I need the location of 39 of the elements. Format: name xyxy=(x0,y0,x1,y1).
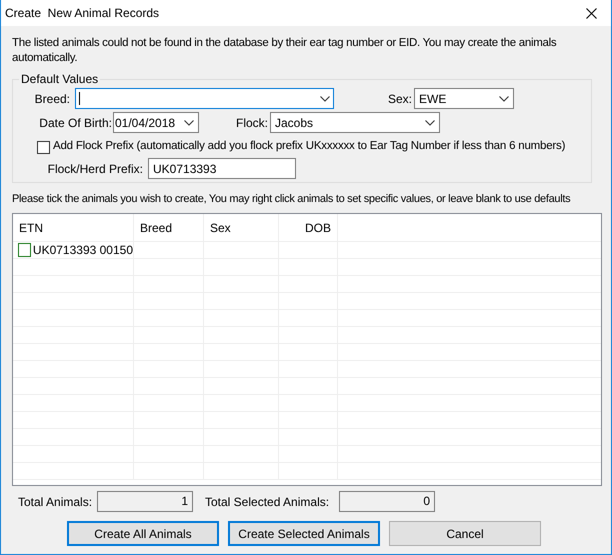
checkbox[interactable] xyxy=(18,243,31,257)
window-title: Create New Animal Records xyxy=(5,5,160,22)
chevron-down-icon xyxy=(320,96,330,102)
breed-dropdown[interactable] xyxy=(75,88,334,109)
column-header[interactable]: ETN xyxy=(19,219,43,237)
total-selected-field: 0 xyxy=(339,491,435,512)
flock-dropdown[interactable]: Jacobs xyxy=(270,112,440,133)
dialog-button[interactable]: Create Selected Animals xyxy=(228,521,380,546)
chevron-down-icon xyxy=(425,120,435,126)
sex-label: Sex: xyxy=(388,90,409,108)
dialog-button[interactable]: Cancel xyxy=(389,521,541,546)
column-header[interactable]: Breed xyxy=(140,219,172,237)
date-value: 01/04/2018 xyxy=(115,114,176,132)
checkbox-label: Add Flock Prefix (automatically add you flock prefix UKxxxxxx to Ear Tag Number if less than 6 numbers) xyxy=(53,139,566,154)
checkbox[interactable] xyxy=(37,140,50,154)
text-cursor xyxy=(79,92,80,105)
close-icon xyxy=(586,8,596,18)
chevron-down-icon xyxy=(184,120,194,126)
dropdown-value: EWE xyxy=(419,90,446,108)
dialog-button[interactable]: Create All Animals xyxy=(67,521,219,546)
flock-label: Flock: xyxy=(236,114,265,132)
date-of-birth-label: Date Of Birth: xyxy=(38,114,112,132)
total-animals-label: Total Animals: xyxy=(18,494,94,510)
sex-dropdown[interactable]: EWE xyxy=(414,88,514,109)
total-animals-field: 1 xyxy=(97,491,193,512)
flock-herd-prefix-label: Flock/Herd Prefix: xyxy=(46,160,143,178)
date-picker[interactable]: 01/04/2018 xyxy=(113,112,199,133)
table-cell-text: UK0713393 00150 xyxy=(32,242,133,259)
column-header[interactable]: DOB xyxy=(304,219,331,237)
group-title: Default Values xyxy=(19,72,100,86)
instruction-text: Please tick the animals you wish to create, You may right click animals to set specific values, or leave blank to use defaults xyxy=(12,192,570,207)
intro-text: The listed animals could not be found in the database by their ear tag number or EID. You may create the animals automatically. xyxy=(12,36,558,66)
column-header[interactable]: Sex xyxy=(210,219,231,237)
prefix-input[interactable]: UK0713393 xyxy=(148,158,296,179)
total-selected-label: Total Selected Animals: xyxy=(205,494,330,510)
dropdown-value: Jacobs xyxy=(275,114,314,132)
breed-label: Breed: xyxy=(34,90,70,108)
input-value: UK0713393 xyxy=(153,160,216,178)
chevron-down-icon xyxy=(499,96,509,102)
